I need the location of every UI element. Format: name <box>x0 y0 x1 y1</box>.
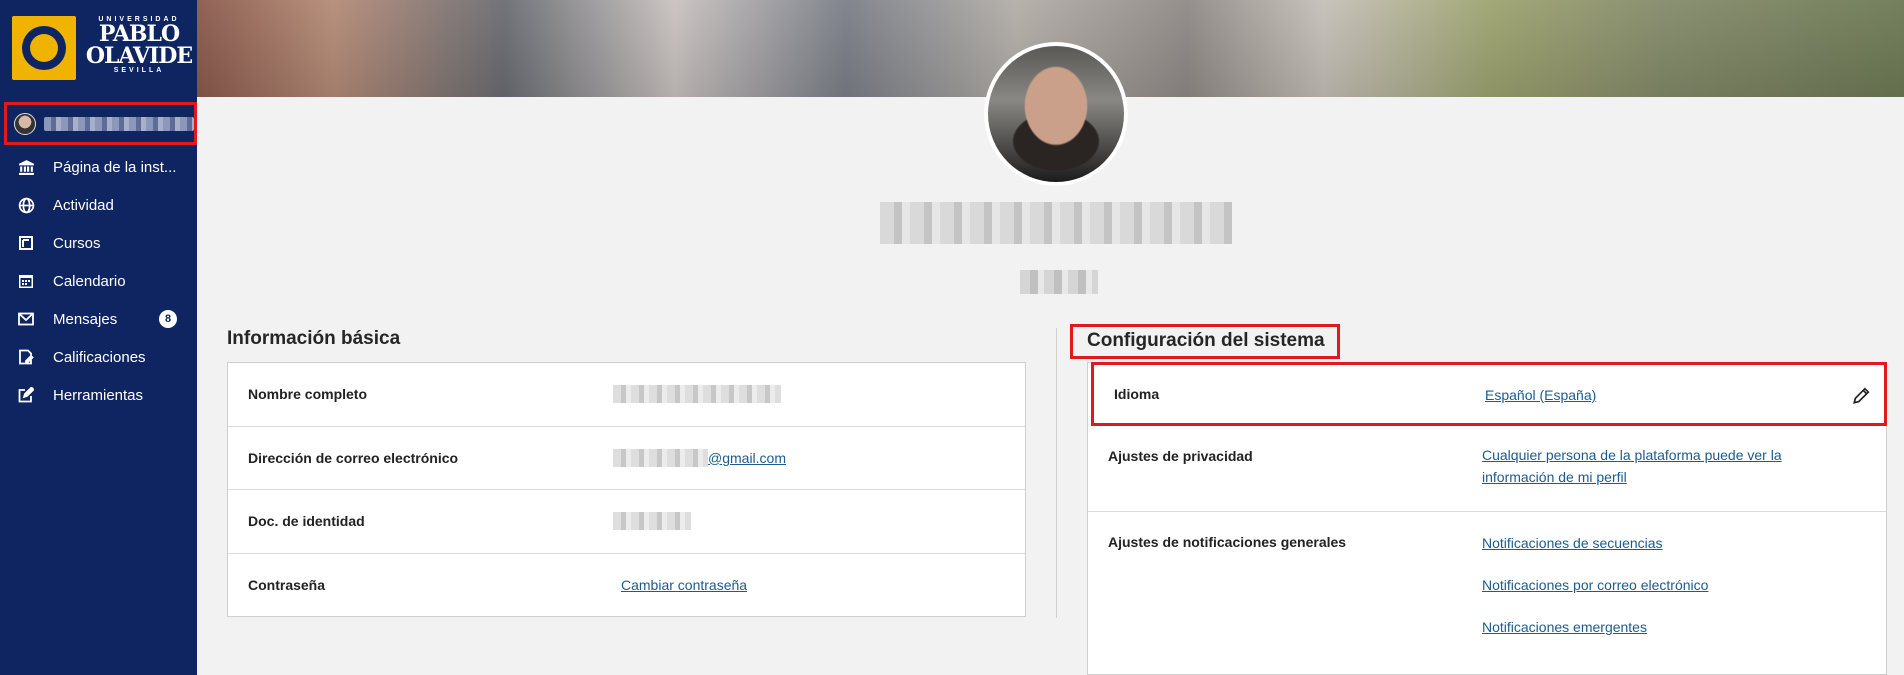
courses-icon <box>17 234 35 252</box>
envelope-icon <box>17 310 35 328</box>
full-name-row: Nombre completo <box>228 363 1025 427</box>
password-row: Contraseña Cambiar contraseña <box>228 554 1025 618</box>
email-user-redacted <box>613 448 708 467</box>
user-name-redacted <box>44 116 194 131</box>
sidebar-item-label: Mensajes <box>53 310 118 328</box>
id-document-redacted <box>613 512 691 531</box>
email-label: Dirección de correo electrónico <box>248 449 459 466</box>
university-logo[interactable]: UNIVERSIDAD PABLO OLAVIDE SEVILLA <box>12 16 193 82</box>
user-avatar <box>14 112 36 135</box>
sidebar-user-profile[interactable] <box>4 102 197 145</box>
basic-info-title: Información básica <box>227 328 401 349</box>
system-config-title: Configuración del sistema <box>1070 324 1340 359</box>
stream-notifications-link[interactable]: Notificaciones de secuencias <box>1482 532 1832 554</box>
sidebar-item-activity[interactable]: Actividad <box>0 186 197 224</box>
sidebar-item-label: Cursos <box>53 234 101 252</box>
language-label: Idioma <box>1114 386 1160 402</box>
privacy-label: Ajustes de privacidad <box>1108 448 1253 464</box>
full-name-label: Nombre completo <box>248 386 368 403</box>
basic-info-card: Nombre completo Dirección de correo elec… <box>227 362 1026 617</box>
email-notifications-link[interactable]: Notificaciones por correo electrónico <box>1482 574 1832 596</box>
sidebar-item-label: Actividad <box>53 196 114 214</box>
profile-role-redacted <box>1020 270 1098 294</box>
sidebar-item-courses[interactable]: Cursos <box>0 224 197 262</box>
column-divider <box>1056 328 1057 618</box>
sidebar-item-label: Calificaciones <box>53 348 146 366</box>
sidebar: UNIVERSIDAD PABLO OLAVIDE SEVILLA Página… <box>0 0 197 675</box>
change-password-link[interactable]: Cambiar contraseña <box>621 577 747 593</box>
tools-icon <box>17 386 35 404</box>
sidebar-item-messages[interactable]: Mensajes 8 <box>0 300 197 338</box>
messages-count-badge: 8 <box>159 310 177 328</box>
profile-avatar[interactable] <box>984 42 1128 186</box>
logo-name-line1: PABLO <box>98 21 180 47</box>
notifications-row: Ajustes de notificaciones generales Noti… <box>1088 512 1886 674</box>
full-name-redacted <box>613 385 781 404</box>
calendar-icon <box>17 272 35 290</box>
sidebar-item-label: Calendario <box>53 272 126 290</box>
sidebar-item-tools[interactable]: Herramientas <box>0 376 197 414</box>
password-label: Contraseña <box>248 577 326 594</box>
sidebar-item-grades[interactable]: Calificaciones <box>0 338 197 376</box>
sidebar-item-label: Página de la inst... <box>53 158 177 176</box>
sidebar-item-label: Herramientas <box>53 386 144 404</box>
email-link[interactable]: @gmail.com <box>708 450 786 466</box>
id-document-label: Doc. de identidad <box>248 513 365 530</box>
grades-icon <box>17 348 35 366</box>
id-document-row: Doc. de identidad <box>228 490 1025 554</box>
system-config-card: Idioma Español (España) Ajustes de priva… <box>1087 362 1887 675</box>
sidebar-item-calendar[interactable]: Calendario <box>0 262 197 300</box>
popup-notifications-link[interactable]: Notificaciones emergentes <box>1482 616 1832 638</box>
logo-name-line2: OLAVIDE <box>85 43 193 69</box>
profile-name-redacted <box>880 202 1232 244</box>
language-link[interactable]: Español (España) <box>1485 387 1596 403</box>
globe-icon <box>17 196 35 214</box>
sidebar-item-institution[interactable]: Página de la inst... <box>0 148 197 186</box>
logo-sun-icon <box>12 16 76 80</box>
institution-icon <box>17 158 35 176</box>
language-row: Idioma Español (España) <box>1091 362 1887 426</box>
privacy-row: Ajustes de privacidad Cualquier persona … <box>1088 426 1886 512</box>
privacy-link[interactable]: Cualquier persona de la plataforma puede… <box>1482 447 1782 485</box>
sidebar-nav: Página de la inst... Actividad Cursos Ca… <box>0 148 197 414</box>
email-row: Dirección de correo electrónico @gmail.c… <box>228 427 1025 490</box>
edit-pencil-icon[interactable] <box>1852 387 1870 405</box>
notifications-label: Ajustes de notificaciones generales <box>1108 534 1347 550</box>
